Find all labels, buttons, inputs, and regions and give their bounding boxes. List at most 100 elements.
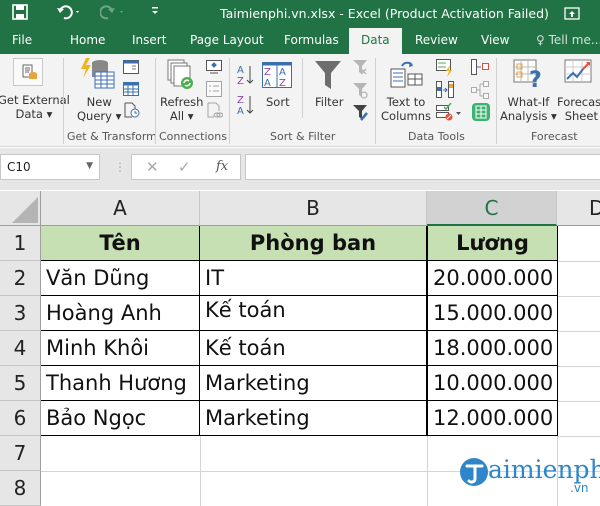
gridline	[557, 296, 600, 297]
row-header-8[interactable]: 8	[0, 471, 41, 506]
properties-icon	[206, 81, 222, 101]
enter-icon[interactable]: ✓	[178, 158, 191, 176]
cell-a4[interactable]: Minh Khôi	[41, 331, 200, 366]
separator	[302, 58, 303, 118]
show-queries-icon[interactable]	[123, 59, 139, 78]
tab-view[interactable]: View	[481, 33, 509, 47]
cell-a3[interactable]: Hoàng Anh	[41, 296, 200, 331]
cancel-icon[interactable]: ✕	[146, 158, 159, 176]
data-table: Tên Phòng ban Lương Văn Dũng IT 20.000.0…	[41, 226, 558, 437]
cell-a6[interactable]: Bảo Ngọc	[41, 401, 200, 436]
ribbon-display-options-icon[interactable]	[564, 6, 580, 24]
svg-text:?: ?	[529, 68, 542, 89]
what-if-analysis-icon: ?	[513, 59, 545, 93]
cell-b5[interactable]: Marketing	[200, 366, 427, 401]
lightbulb-icon: ♀	[536, 33, 545, 47]
name-box[interactable]: C10 ▼	[0, 154, 100, 180]
save-icon[interactable]	[12, 4, 28, 24]
cell-c4[interactable]: 18.000.000	[427, 331, 558, 366]
cell-b4[interactable]: Kế toán	[200, 331, 427, 366]
connections-icon[interactable]	[206, 59, 222, 78]
cell-a2[interactable]: Văn Dũng	[41, 261, 200, 296]
forecast-sheet-button[interactable]: Forecast Sheet	[557, 95, 600, 123]
sort-a-to-z-icon[interactable]: AZ	[237, 64, 255, 90]
cell-c5[interactable]: 10.000.000	[427, 366, 558, 401]
tab-review[interactable]: Review	[415, 33, 458, 47]
insert-function-icon[interactable]: fx	[216, 159, 228, 174]
tab-formulas[interactable]: Formulas	[284, 33, 339, 47]
formula-input[interactable]	[245, 154, 600, 180]
svg-text:A: A	[279, 67, 286, 78]
from-table-icon[interactable]	[123, 81, 139, 100]
cell-b3[interactable]: Kế toán	[200, 296, 427, 331]
sort-icon: ZAAZ	[262, 62, 292, 92]
data-validation-icon[interactable]	[436, 102, 462, 125]
new-query-button[interactable]: New Query ▾	[77, 95, 121, 123]
cell-c6[interactable]: 12.000.000	[427, 401, 558, 436]
row-header-6[interactable]: 6	[0, 401, 41, 436]
get-external-data-button[interactable]: Get External Data ▾	[0, 93, 70, 121]
column-header-a[interactable]: A	[41, 191, 200, 226]
logo-text: aimienphi	[488, 455, 600, 484]
cell-c1[interactable]: Lương	[427, 226, 558, 261]
group-separator	[496, 58, 497, 144]
recent-sources-icon[interactable]	[124, 102, 140, 122]
row-header-7[interactable]: 7	[0, 436, 41, 471]
formula-bar: C10 ▼ ⋮ ✕ ✓ fx	[0, 148, 600, 190]
cell-b2[interactable]: IT	[200, 261, 427, 296]
cell-a1[interactable]: Tên	[41, 226, 200, 261]
cell-a5[interactable]: Thanh Hương	[41, 366, 200, 401]
get-external-data-icon	[13, 58, 43, 86]
row-header-2[interactable]: 2	[0, 261, 41, 296]
cell-c3[interactable]: 15.000.000	[427, 296, 558, 331]
svg-text:Z: Z	[237, 76, 244, 86]
column-header-b[interactable]: B	[200, 191, 427, 226]
column-header-c[interactable]: C	[427, 191, 557, 226]
row-header-3[interactable]: 3	[0, 296, 41, 331]
select-all-button[interactable]	[0, 191, 41, 226]
svg-text:Z: Z	[279, 78, 286, 88]
advanced-filter-icon[interactable]	[352, 104, 368, 126]
row-header-5[interactable]: 5	[0, 366, 41, 401]
tab-data[interactable]: Data	[349, 28, 402, 54]
group-separator	[63, 58, 64, 144]
row-header-4[interactable]: 4	[0, 331, 41, 366]
tell-me-search[interactable]: ♀ Tell me...	[536, 33, 600, 47]
undo-icon[interactable]	[56, 4, 82, 24]
group-separator	[229, 58, 230, 144]
ribbon: Get External Data ▾ New Query ▾ Get & Tr…	[0, 54, 600, 147]
manage-data-model-icon[interactable]	[471, 102, 491, 126]
row-header-1[interactable]: 1	[0, 226, 41, 261]
chevron-down-icon[interactable]: ▼	[86, 161, 93, 171]
group-label-data-tools: Data Tools	[408, 130, 465, 143]
sort-z-to-a-icon[interactable]: ZA	[237, 94, 255, 120]
tab-page-layout[interactable]: Page Layout	[190, 33, 264, 47]
window-title: Taimienphi.vn.xlsx - Excel (Product Acti…	[220, 6, 549, 21]
tab-home[interactable]: Home	[70, 33, 105, 47]
consolidate-icon[interactable]	[471, 59, 489, 79]
svg-text:A: A	[237, 65, 244, 76]
gridline	[557, 401, 600, 402]
tab-file[interactable]: File	[12, 33, 32, 47]
filter-button[interactable]: Filter	[315, 95, 343, 109]
cell-b1[interactable]: Phòng ban	[200, 226, 427, 261]
grip-icon: ⋮	[114, 160, 126, 174]
new-query-icon	[80, 58, 116, 96]
remove-duplicates-icon[interactable]	[436, 81, 454, 103]
customize-qat-icon[interactable]	[150, 4, 160, 22]
tab-insert[interactable]: Insert	[132, 33, 166, 47]
cell-c2[interactable]: 20.000.000	[427, 261, 558, 296]
refresh-all-icon	[165, 59, 197, 95]
refresh-all-button[interactable]: Refresh All ▾	[160, 95, 203, 123]
cell-b6[interactable]: Marketing	[200, 401, 427, 436]
text-to-columns-icon	[390, 59, 424, 93]
flash-fill-icon[interactable]	[436, 59, 454, 81]
column-header-d[interactable]: D	[557, 191, 600, 226]
title-bar: Taimienphi.vn.xlsx - Excel (Product Acti…	[0, 0, 600, 28]
text-to-columns-button[interactable]: Text to Columns	[381, 95, 431, 123]
sort-button[interactable]: Sort	[266, 95, 290, 109]
taimienphi-logo: aimienphi .vn	[458, 455, 600, 499]
redo-icon	[99, 4, 126, 24]
group-label-get-transform: Get & Transform	[67, 130, 157, 143]
what-if-analysis-button[interactable]: What-If Analysis ▾	[500, 95, 557, 123]
